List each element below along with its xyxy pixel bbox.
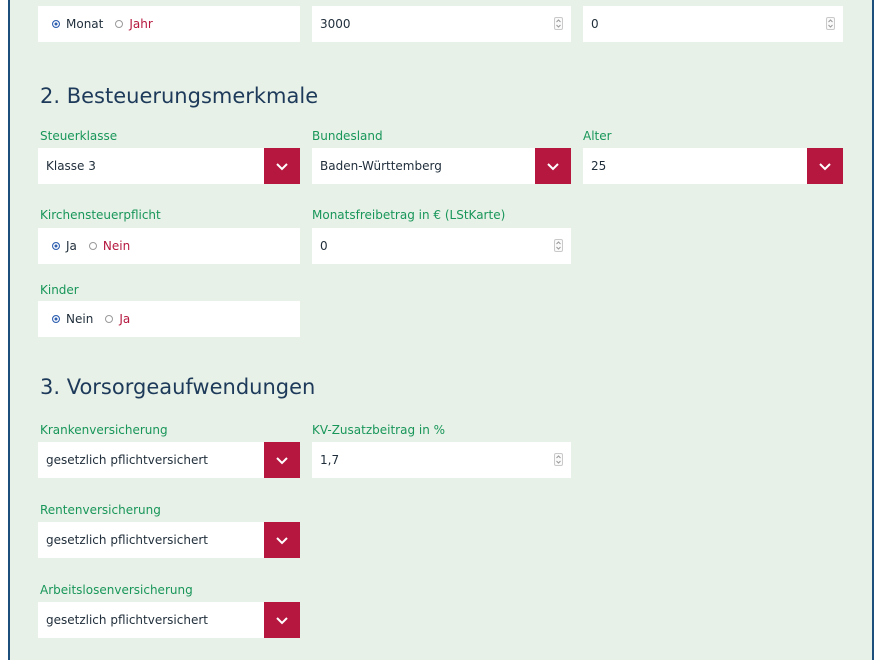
spinner-arrows-icon[interactable]	[554, 453, 563, 466]
alter-label: Alter	[583, 129, 612, 143]
radio-unselected-icon	[88, 242, 97, 250]
spinner-arrows-icon[interactable]	[554, 239, 563, 252]
kranken-value: gesetzlich pflichtversichert	[46, 453, 208, 467]
salary-input[interactable]: 3000	[312, 6, 571, 42]
radio-kinder-nein[interactable]: Nein	[52, 312, 93, 326]
radio-kirche-nein[interactable]: Nein	[88, 239, 131, 253]
kinder-label: Kinder	[40, 283, 79, 297]
arbeitslosen-value: gesetzlich pflichtversichert	[46, 613, 208, 627]
renten-select[interactable]: gesetzlich pflichtversichert	[38, 522, 300, 558]
steuerklasse-label: Steuerklasse	[40, 129, 118, 143]
radio-selected-icon	[52, 20, 60, 28]
alter-select[interactable]: 25	[583, 148, 843, 184]
renten-value: gesetzlich pflichtversichert	[46, 533, 208, 547]
chevron-down-icon[interactable]	[807, 148, 843, 184]
secondary-value: 0	[591, 17, 599, 31]
alter-value: 25	[591, 159, 607, 173]
radio-jahr[interactable]: Jahr	[115, 17, 153, 31]
period-radio-group: Monat Jahr	[38, 6, 300, 42]
kvzusatz-value: 1,7	[320, 453, 340, 467]
spinner-arrows-icon[interactable]	[826, 17, 835, 30]
chevron-down-icon[interactable]	[264, 442, 300, 478]
kirchensteuer-label: Kirchensteuerpflicht	[40, 208, 161, 222]
radio-kinder-ja[interactable]: Ja	[105, 312, 130, 326]
renten-label: Rentenversicherung	[40, 503, 161, 517]
radio-selected-icon	[52, 315, 60, 323]
radio-unselected-icon	[105, 315, 114, 323]
chevron-down-icon[interactable]	[264, 522, 300, 558]
radio-monat[interactable]: Monat	[52, 17, 103, 31]
kvzusatz-label: KV-Zusatzbeitrag in %	[312, 423, 446, 437]
salary-value: 3000	[320, 17, 351, 31]
chevron-down-icon[interactable]	[535, 148, 571, 184]
bundesland-value: Baden-Württemberg	[320, 159, 442, 173]
radio-kirche-ja[interactable]: Ja	[52, 239, 77, 253]
kvzusatz-input[interactable]: 1,7	[312, 442, 571, 478]
freibetrag-label: Monatsfreibetrag in € (LStKarte)	[312, 208, 506, 222]
secondary-input[interactable]: 0	[583, 6, 843, 42]
kirchensteuer-radio-group: Ja Nein	[38, 228, 300, 264]
steuerklasse-value: Klasse 3	[46, 159, 96, 173]
radio-selected-icon	[52, 242, 60, 250]
steuerklasse-select[interactable]: Klasse 3	[38, 148, 300, 184]
bundesland-select[interactable]: Baden-Württemberg	[312, 148, 571, 184]
radio-kinder-nein-label: Nein	[66, 312, 94, 326]
kranken-label: Krankenversicherung	[40, 423, 168, 437]
radio-kinder-ja-label: Ja	[119, 312, 131, 326]
section-title-besteuerung: 2. Besteuerungsmerkmale	[40, 84, 319, 108]
radio-monat-label: Monat	[66, 17, 104, 31]
radio-kirche-ja-label: Ja	[66, 239, 77, 253]
bundesland-label: Bundesland	[312, 129, 383, 143]
spinner-arrows-icon[interactable]	[554, 17, 563, 30]
kinder-radio-group: Nein Ja	[38, 301, 300, 337]
radio-jahr-label: Jahr	[129, 17, 153, 31]
section-title-vorsorge: 3. Vorsorgeaufwendungen	[40, 375, 316, 399]
radio-kirche-nein-label: Nein	[102, 239, 131, 253]
freibetrag-value: 0	[320, 239, 328, 253]
radio-unselected-icon	[115, 20, 124, 28]
freibetrag-input[interactable]: 0	[312, 228, 571, 264]
chevron-down-icon[interactable]	[264, 602, 300, 638]
arbeitslosen-select[interactable]: gesetzlich pflichtversichert	[38, 602, 300, 638]
chevron-down-icon[interactable]	[264, 148, 300, 184]
kranken-select[interactable]: gesetzlich pflichtversichert	[38, 442, 300, 478]
arbeitslosen-label: Arbeitslosenversicherung	[40, 583, 193, 597]
